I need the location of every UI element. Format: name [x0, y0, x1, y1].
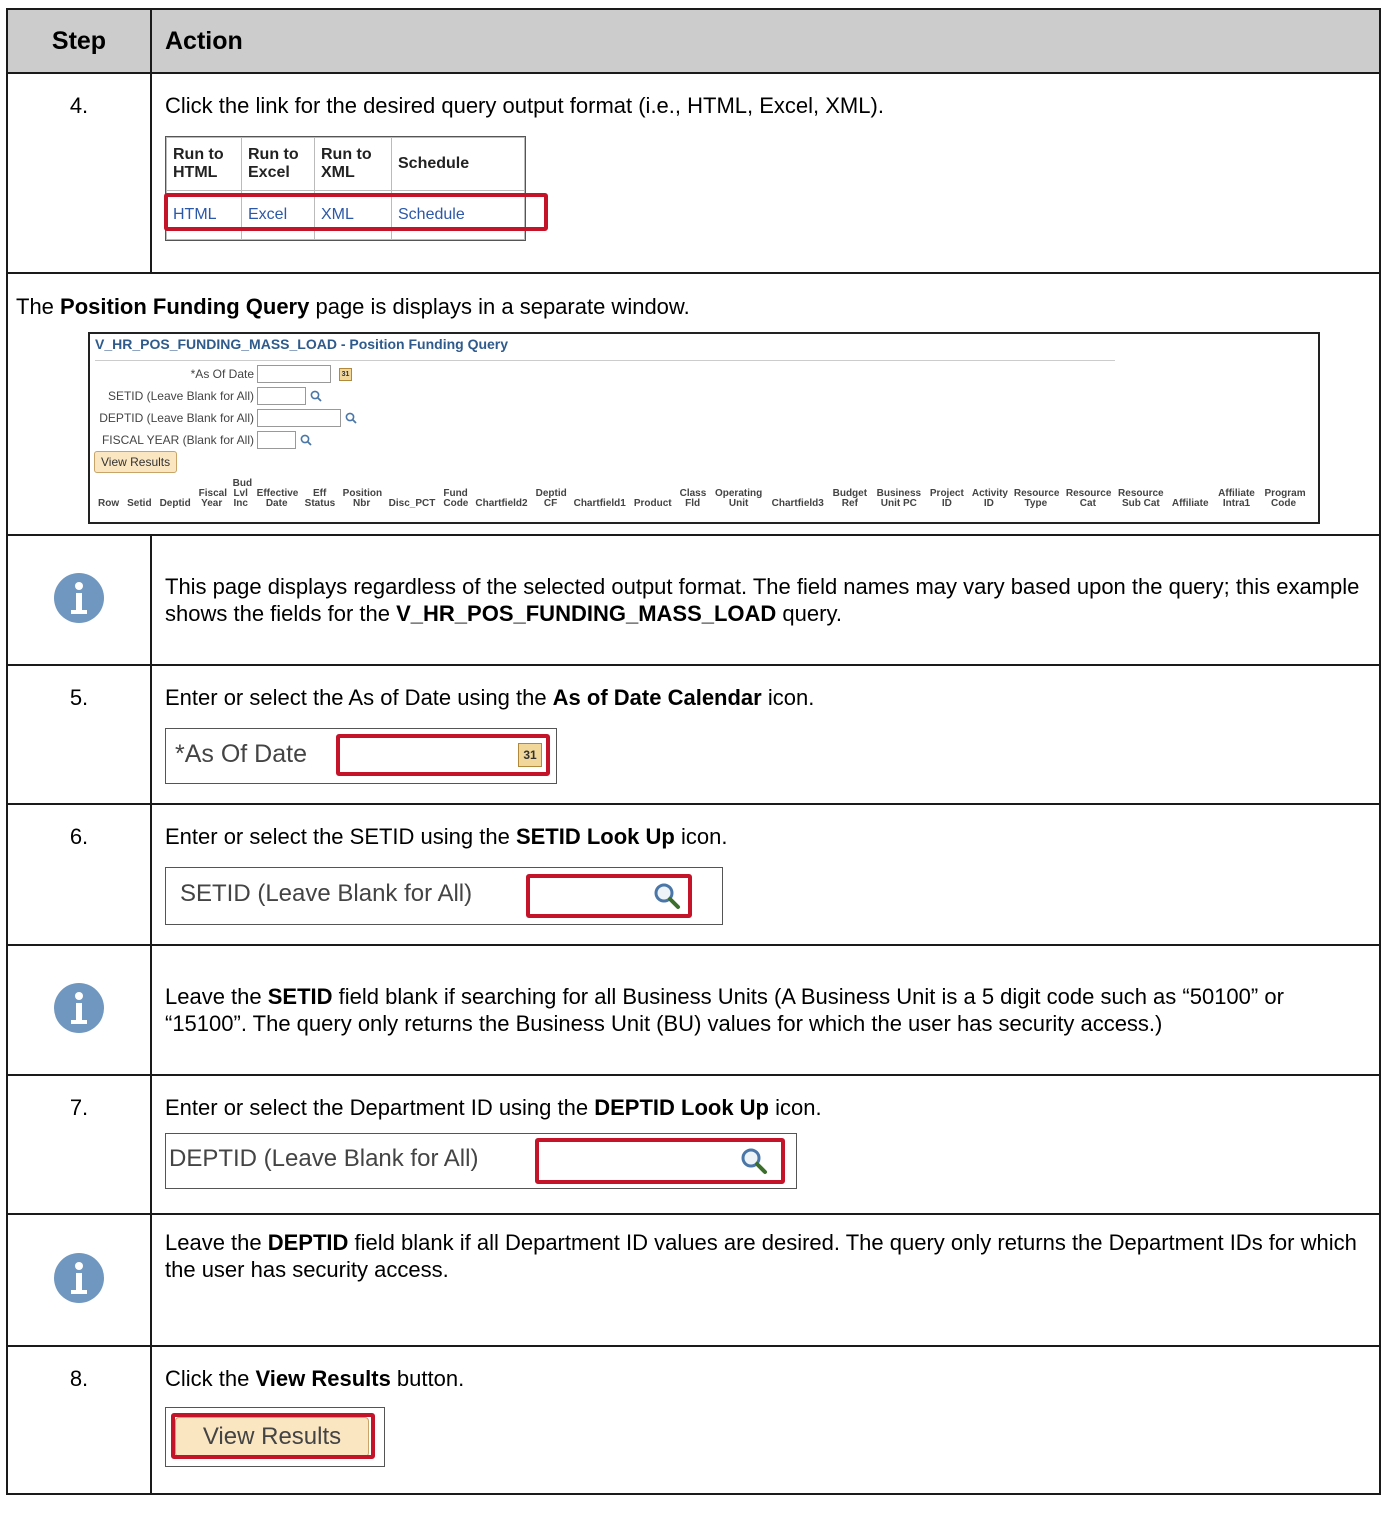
column-header: Affiliate Intra1 — [1218, 488, 1255, 509]
window-note-cell: The Position Funding Query page is displ… — [6, 272, 1381, 536]
as-of-date-callout: *As Of Date 31 — [165, 728, 557, 784]
procedure-table: Step Action 4. Click the link for the de… — [6, 8, 1381, 1495]
column-header: Deptid CF — [535, 488, 567, 509]
step-number: 4. — [6, 72, 152, 274]
column-header: Chartfield2 — [475, 498, 528, 509]
column-header: Fund Code — [443, 488, 469, 509]
column-header: Affiliate — [1171, 498, 1209, 509]
schedule-header: Schedule — [391, 137, 525, 191]
setid-label: SETID (Leave Blank for All) — [107, 389, 254, 403]
column-header: Business Unit PC — [876, 488, 922, 509]
step-action: Enter or select the SETID using the SETI… — [150, 803, 1381, 946]
step-number: 7. — [6, 1074, 152, 1215]
setid-input[interactable] — [257, 387, 306, 405]
column-header: Resource Cat — [1065, 488, 1112, 509]
column-header: Chartfield3 — [771, 498, 824, 509]
column-header: Bud Lvl Inc — [232, 478, 253, 509]
as-of-date-input[interactable] — [257, 365, 331, 383]
column-header: Product — [633, 498, 672, 509]
info-icon — [54, 982, 104, 1033]
run-html-header: Run to HTML — [166, 137, 242, 191]
magnifier-icon[interactable] — [740, 1147, 768, 1175]
info-icon — [54, 572, 104, 623]
result-column-headers: Row Setid Deptid Fiscal Year Bud Lvl Inc… — [94, 479, 1307, 509]
column-header: Project ID — [929, 488, 964, 509]
info-icon — [54, 1252, 104, 1303]
fiscal-year-input[interactable] — [257, 431, 296, 449]
column-header: Fiscal Year — [198, 488, 228, 509]
window-note-text: The Position Funding Query page is displ… — [16, 294, 690, 319]
note-text: This page displays regardless of the sel… — [150, 534, 1381, 666]
calendar-icon[interactable]: 31 — [518, 743, 542, 767]
deptid-callout: DEPTID (Leave Blank for All) — [165, 1133, 797, 1189]
column-header: Disc_PCT — [388, 498, 436, 509]
column-header: Operating Unit — [714, 488, 763, 509]
setid-label: SETID (Leave Blank for All) — [180, 880, 473, 907]
step-column-header: Step — [6, 8, 152, 74]
step-instruction: Click the View Results button. — [165, 1366, 465, 1391]
step-number: 8. — [6, 1345, 152, 1495]
step-number: 5. — [6, 664, 152, 805]
column-header: Program Code — [1264, 488, 1306, 509]
column-header: Eff Status — [304, 488, 336, 509]
magnifier-icon[interactable] — [345, 412, 357, 424]
step-action: Enter or select the Department ID using … — [150, 1074, 1381, 1215]
column-header: Resource Type — [1013, 488, 1060, 509]
step-number: 6. — [6, 803, 152, 946]
run-excel-header: Run to Excel — [241, 137, 315, 191]
step-instruction: Enter or select the SETID using the SETI… — [165, 824, 728, 849]
step-action: Enter or select the As of Date using the… — [150, 664, 1381, 805]
step-instruction: Enter or select the Department ID using … — [165, 1095, 822, 1120]
deptid-label: DEPTID (Leave Blank for All) — [99, 411, 254, 425]
calendar-icon[interactable]: 31 — [339, 367, 352, 381]
divider — [95, 360, 1115, 361]
magnifier-icon[interactable] — [310, 390, 322, 402]
note-text: Leave the SETID field blank if searching… — [150, 944, 1381, 1076]
highlight-box — [164, 193, 548, 231]
note-icon-cell — [6, 1213, 152, 1347]
view-results-button[interactable]: View Results — [94, 451, 178, 473]
step-instruction: Click the link for the desired query out… — [165, 93, 884, 118]
magnifier-icon[interactable] — [300, 434, 312, 446]
setid-callout: SETID (Leave Blank for All) — [165, 867, 723, 925]
run-links-panel: Run to HTML Run to Excel Run to XML Sche… — [164, 136, 548, 241]
highlight-box — [171, 1413, 375, 1459]
step-action: Click the link for the desired query out… — [150, 72, 1381, 274]
note-icon-cell — [6, 944, 152, 1076]
column-header: Chartfield1 — [573, 498, 626, 509]
column-header: Deptid — [159, 498, 191, 509]
note-text: Leave the DEPTID field blank if all Depa… — [150, 1213, 1381, 1347]
column-header: Position Nbr — [342, 488, 383, 509]
column-header: Row — [98, 498, 120, 509]
run-xml-header: Run to XML — [314, 137, 392, 191]
column-header: Activity ID — [971, 488, 1008, 509]
column-header: Budget Ref — [832, 488, 868, 509]
as-of-date-label: *As Of Date — [175, 740, 307, 768]
magnifier-icon[interactable] — [653, 882, 681, 910]
view-results-callout: View Results — [165, 1407, 385, 1467]
step-instruction: Enter or select the As of Date using the… — [165, 685, 815, 710]
column-header: Class Fld — [679, 488, 707, 509]
query-title: V_HR_POS_FUNDING_MASS_LOAD - Position Fu… — [95, 336, 509, 352]
action-column-header: Action — [150, 8, 1381, 74]
deptid-label: DEPTID (Leave Blank for All) — [169, 1145, 479, 1172]
column-header: Setid — [127, 498, 152, 509]
column-header: Resource Sub Cat — [1118, 488, 1164, 509]
step-action: Click the View Results button. View Resu… — [150, 1345, 1381, 1495]
deptid-input[interactable] — [257, 409, 341, 427]
fiscal-year-label: FISCAL YEAR (Blank for All) — [101, 433, 254, 447]
column-header: Effective Date — [256, 488, 299, 509]
note-icon-cell — [6, 534, 152, 666]
position-funding-query-window: V_HR_POS_FUNDING_MASS_LOAD - Position Fu… — [88, 332, 1320, 524]
as-of-date-label: *As Of Date — [190, 367, 254, 381]
